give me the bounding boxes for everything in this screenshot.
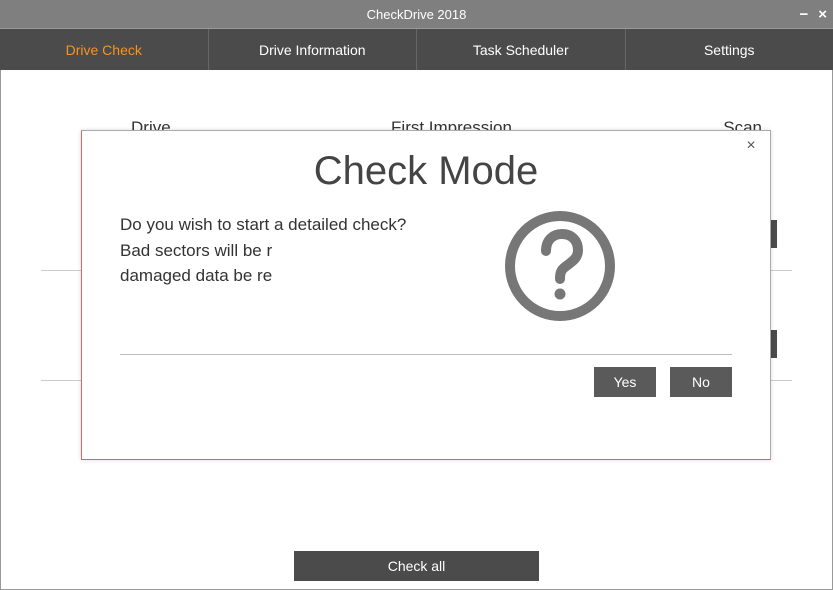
question-mark-icon	[500, 206, 620, 326]
titlebar: CheckDrive 2018 − ×	[0, 0, 833, 28]
check-mode-dialog: × Check Mode Do you wish to start a deta…	[81, 130, 771, 460]
dialog-body: Do you wish to start a detailed check? B…	[120, 212, 732, 326]
dialog-separator	[120, 354, 732, 355]
dialog-line: Bad sectors will be r	[120, 238, 480, 264]
tab-settings[interactable]: Settings	[626, 29, 833, 70]
dialog-buttons: Yes No	[120, 367, 732, 397]
tab-label: Task Scheduler	[473, 42, 569, 58]
yes-button[interactable]: Yes	[594, 367, 656, 397]
dialog-close-button[interactable]: ×	[742, 137, 760, 155]
tab-label: Settings	[704, 42, 755, 58]
main-area: Drive First Impression Scan Check all × …	[0, 70, 833, 590]
tab-drive-information[interactable]: Drive Information	[209, 29, 418, 70]
close-icon[interactable]: ×	[818, 7, 827, 22]
check-all-label: Check all	[388, 558, 446, 574]
dialog-title: Check Mode	[120, 149, 732, 194]
tab-label: Drive Information	[259, 42, 366, 58]
dialog-line: damaged data be re	[120, 263, 480, 289]
dialog-line: Do you wish to start a detailed check?	[120, 212, 480, 238]
window-title: CheckDrive 2018	[367, 7, 467, 22]
footer: Check all	[1, 551, 832, 581]
tab-drive-check[interactable]: Drive Check	[0, 29, 209, 70]
check-all-button[interactable]: Check all	[294, 551, 539, 581]
dialog-text: Do you wish to start a detailed check? B…	[120, 212, 480, 289]
tab-task-scheduler[interactable]: Task Scheduler	[417, 29, 626, 70]
no-button[interactable]: No	[670, 367, 732, 397]
no-label: No	[692, 374, 710, 390]
minimize-icon[interactable]: −	[799, 7, 808, 22]
tab-bar: Drive Check Drive Information Task Sched…	[0, 28, 833, 70]
yes-label: Yes	[614, 374, 637, 390]
tab-label: Drive Check	[66, 42, 142, 58]
window-controls: − ×	[799, 0, 827, 28]
